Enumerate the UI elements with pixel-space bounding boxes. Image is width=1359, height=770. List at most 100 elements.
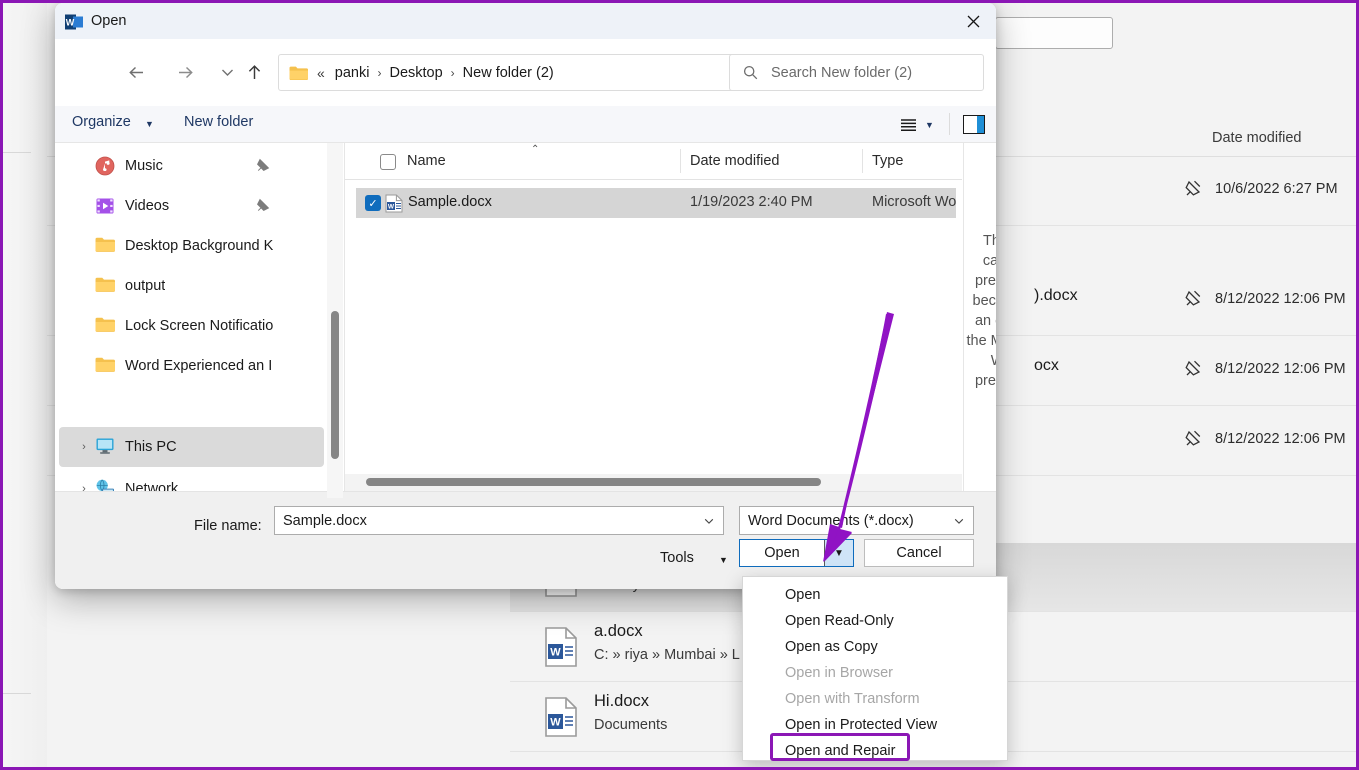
tools-button[interactable]: Tools	[660, 550, 694, 566]
file-list-header: ⌃ Name Date modified Type	[345, 143, 962, 180]
dialog-title: Open	[91, 13, 126, 29]
view-list-icon[interactable]	[893, 113, 923, 137]
svg-text:W: W	[550, 647, 561, 659]
sidebar-item-desktop-background-k[interactable]: › Desktop Background K	[59, 226, 345, 266]
forward-arrow-icon[interactable]	[165, 52, 205, 92]
menu-item-open-read-only[interactable]: Open Read-Only	[743, 608, 1007, 634]
recent-document-name: a.docx	[594, 622, 643, 641]
chevron-down-icon[interactable]	[703, 515, 715, 530]
svg-text:W: W	[550, 717, 561, 729]
folder-icon	[289, 65, 308, 81]
chevron-down-icon[interactable]	[953, 515, 965, 530]
videos-icon	[95, 196, 115, 216]
backstage-column-header: Date modified	[990, 127, 1359, 153]
sidebar-item-lock-screen-notification[interactable]: › Lock Screen Notificatio	[59, 306, 345, 346]
file-name-value: Sample.docx	[283, 513, 367, 529]
file-name-input[interactable]: Sample.docx	[274, 506, 724, 535]
breadcrumb[interactable]: « panki › Desktop › New folder (2)	[278, 54, 775, 91]
new-folder-button[interactable]: New folder	[184, 114, 253, 130]
music-icon	[95, 156, 115, 176]
word-doc-icon: W	[385, 194, 403, 213]
menu-item-open-in-browser: Open in Browser	[743, 660, 1007, 686]
dialog-title-bar: W Open	[55, 3, 996, 39]
column-header-type[interactable]: Type	[872, 153, 903, 169]
sidebar-item-label: output	[125, 278, 165, 294]
search-icon	[743, 65, 758, 80]
breadcrumb-item-1[interactable]: Desktop	[386, 63, 445, 83]
breadcrumb-item-0[interactable]: panki	[332, 63, 373, 83]
backstage-rail-divider-top	[3, 152, 31, 153]
table-row[interactable]: ✓ W Sample.docx 1/19/2023 2:40 PM Micros…	[356, 188, 956, 218]
pin-icon[interactable]	[1182, 179, 1204, 201]
pin-icon[interactable]	[254, 197, 271, 218]
navigation-sidebar: › Music ›	[55, 143, 345, 498]
backstage-row-title: ).docx	[1034, 287, 1078, 305]
folder-icon	[95, 276, 115, 296]
file-type: Microsoft Wo	[872, 194, 956, 210]
sidebar-item-output[interactable]: › output	[59, 266, 345, 306]
breadcrumb-item-2[interactable]: New folder (2)	[460, 63, 557, 83]
preview-pane-icon[interactable]	[963, 115, 985, 134]
chevron-down-icon[interactable]: ▼	[719, 555, 728, 565]
chevron-right-icon: ›	[451, 66, 455, 80]
recent-document-path: Documents	[594, 717, 667, 733]
sidebar-item-music[interactable]: › Music	[59, 146, 324, 186]
folder-icon	[95, 236, 115, 256]
backstage-row-date: 10/6/2022 6:27 PM	[1215, 181, 1338, 197]
back-arrow-icon[interactable]	[116, 52, 156, 92]
sidebar-item-label: Music	[125, 158, 163, 174]
menu-item-open-as-copy[interactable]: Open as Copy	[743, 634, 1007, 660]
sidebar-item-word-experienced-an-error[interactable]: › Word Experienced an I	[59, 346, 345, 386]
pin-icon[interactable]	[1182, 359, 1204, 381]
organize-button[interactable]: Organize	[72, 114, 131, 130]
preview-error-message: This file can't be previewed because of …	[964, 231, 996, 391]
file-name: Sample.docx	[408, 194, 492, 210]
preview-pane: This file can't be previewed because of …	[963, 143, 996, 491]
chevron-down-icon[interactable]: ▼	[925, 120, 934, 130]
pin-icon[interactable]	[1182, 429, 1204, 451]
select-all-checkbox[interactable]	[380, 154, 396, 170]
backstage-row-date: 8/12/2022 12:06 PM	[1215, 431, 1346, 447]
menu-item-open-with-transform: Open with Transform	[743, 686, 1007, 712]
file-name-label: File name:	[194, 518, 262, 534]
column-divider[interactable]	[862, 149, 863, 173]
sidebar-item-label: Desktop Background K	[125, 238, 273, 254]
folder-icon	[95, 356, 115, 376]
search-input[interactable]: Search New folder (2)	[729, 54, 984, 91]
backstage-row-title: ocx	[1034, 357, 1059, 375]
sidebar-item-this-pc[interactable]: › This PC	[59, 427, 324, 467]
recent-document-path: C: » riya » Mumbai » L	[594, 647, 740, 663]
sidebar-scrollbar-thumb[interactable]	[331, 311, 339, 459]
folder-icon	[95, 316, 115, 336]
svg-text:W: W	[388, 203, 395, 210]
column-header-name[interactable]: Name	[407, 153, 446, 169]
close-icon[interactable]	[950, 3, 996, 39]
chevron-right-icon[interactable]: ›	[73, 441, 95, 453]
open-and-repair-highlight-annotation	[770, 733, 910, 761]
pin-icon[interactable]	[1182, 289, 1204, 311]
page-border	[0, 0, 3, 770]
backstage-search-box[interactable]	[995, 17, 1113, 49]
word-app-icon: W	[65, 13, 83, 31]
breadcrumb-overflow[interactable]: «	[317, 65, 325, 81]
pin-icon[interactable]	[254, 157, 271, 178]
word-doc-icon: W	[544, 697, 578, 737]
search-placeholder: Search New folder (2)	[771, 65, 912, 81]
file-list-horizontal-scrollbar-thumb[interactable]	[366, 478, 821, 486]
file-date-modified: 1/19/2023 2:40 PM	[690, 194, 813, 210]
sidebar-item-label: This PC	[125, 439, 177, 455]
screenshot-root: Date modified 10/6/2022 6:27 PM ).docx	[0, 0, 1359, 770]
dialog-command-bar: Organize ▼ New folder ▼ ?	[55, 106, 996, 143]
backstage-row-date: 8/12/2022 12:06 PM	[1215, 291, 1346, 307]
sidebar-item-label: Word Experienced an I	[125, 358, 272, 374]
column-divider[interactable]	[680, 149, 681, 173]
backstage-date-modified-header: Date modified	[1212, 130, 1301, 146]
up-arrow-icon[interactable]	[234, 52, 274, 92]
backstage-row-date: 8/12/2022 12:06 PM	[1215, 361, 1346, 377]
column-header-date-modified[interactable]: Date modified	[690, 153, 779, 169]
sidebar-item-videos[interactable]: › Videos	[59, 186, 324, 226]
row-checkbox[interactable]: ✓	[365, 195, 381, 211]
pointer-arrow-annotation	[770, 300, 930, 590]
chevron-down-icon[interactable]: ▼	[145, 119, 154, 129]
sidebar-splitter[interactable]	[344, 143, 345, 491]
